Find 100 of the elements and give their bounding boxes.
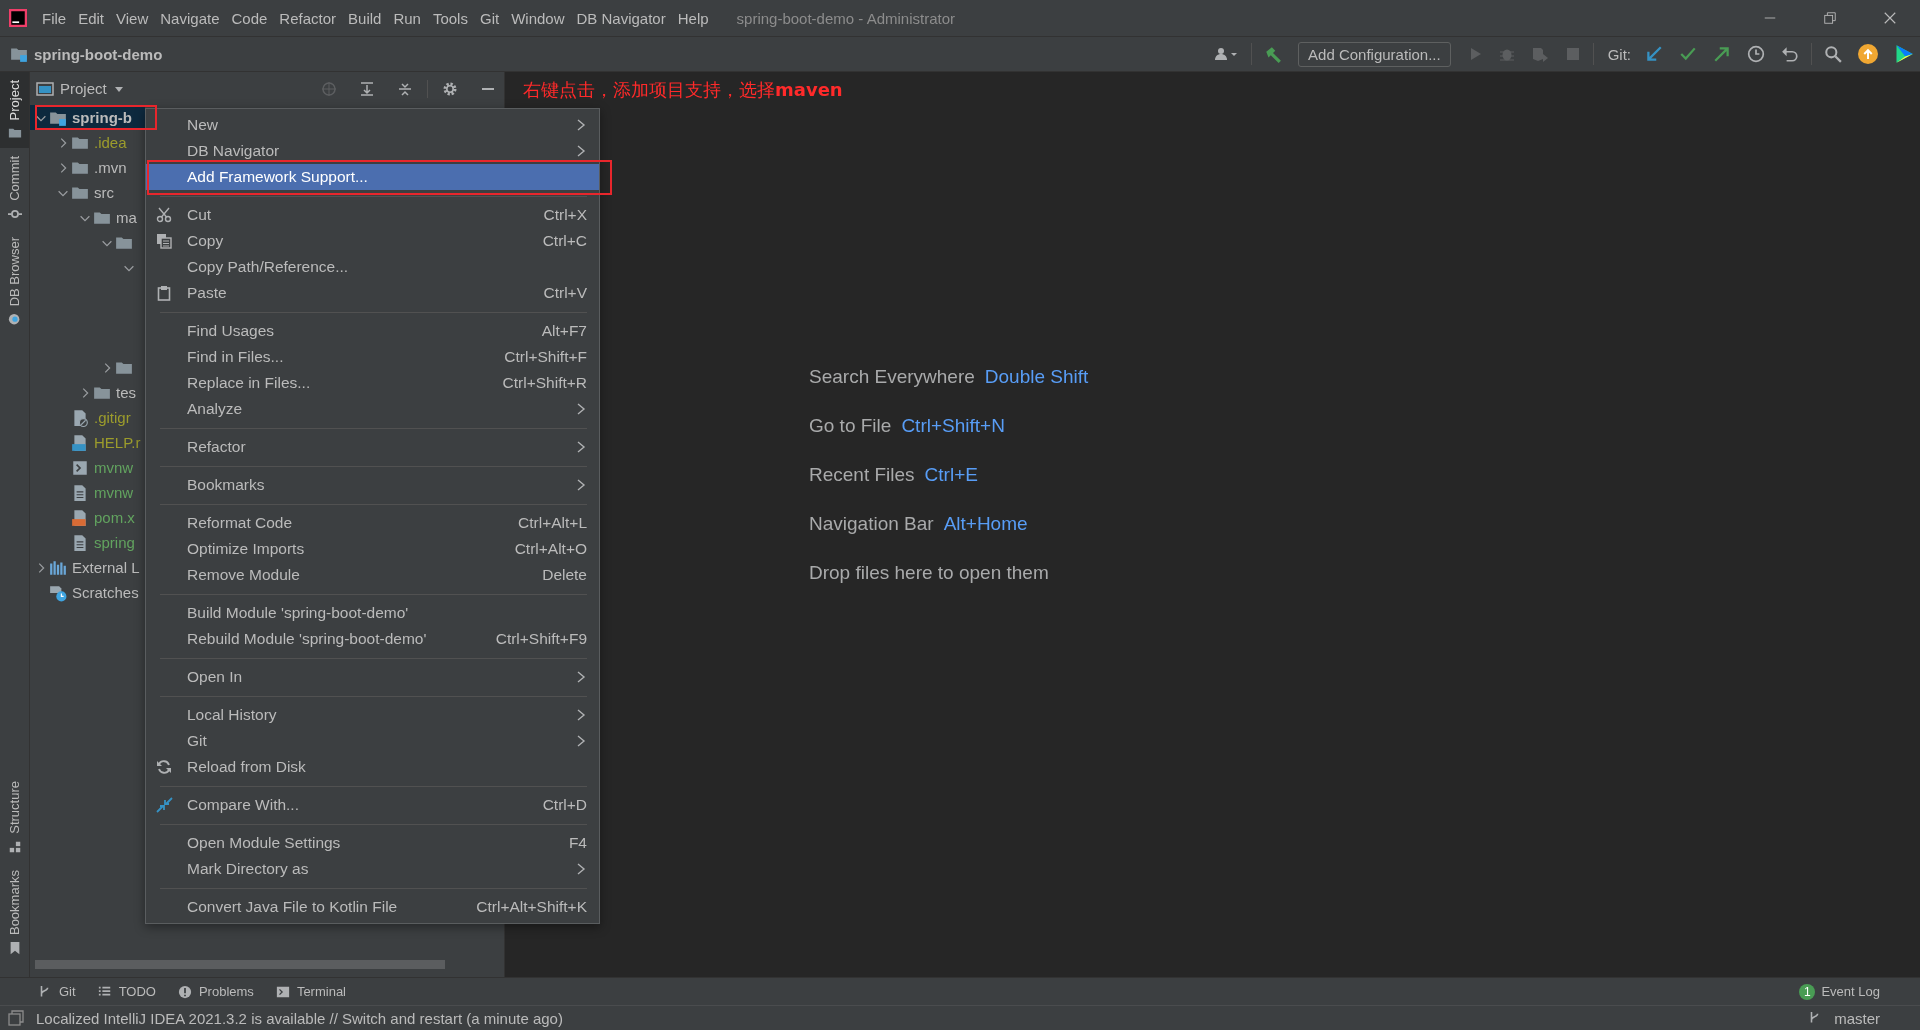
menu-item[interactable]: Run xyxy=(387,9,427,27)
menu-item[interactable]: Bookmarks xyxy=(146,472,599,498)
tree-item[interactable]: .mvn xyxy=(30,155,145,180)
app-logo-icon xyxy=(9,9,27,27)
scissors-icon xyxy=(156,207,172,223)
expand-all-icon[interactable] xyxy=(359,80,375,97)
collapse-all-icon[interactable] xyxy=(397,80,413,97)
menu-item[interactable]: Copy Path/Reference... xyxy=(146,254,599,280)
tree-item[interactable]: HELP.r xyxy=(30,430,145,455)
close-icon[interactable] xyxy=(1883,11,1897,25)
project-name[interactable]: spring-boot-demo xyxy=(34,45,163,63)
menu-item[interactable]: Edit xyxy=(72,9,111,27)
restore-icon[interactable] xyxy=(1823,11,1837,25)
tool-window-tab[interactable]: Bookmarks xyxy=(0,861,29,963)
tool-tab[interactable]: Terminal xyxy=(296,984,346,999)
menu-item[interactable]: Copy Ctrl+C xyxy=(146,228,599,254)
menu-item[interactable]: Analyze xyxy=(146,396,599,422)
panel-title[interactable]: Project xyxy=(60,80,107,97)
scrollbar[interactable] xyxy=(35,960,445,969)
menu-item[interactable]: Open Module Settings F4 xyxy=(146,830,599,856)
update-arrow-icon[interactable] xyxy=(1645,45,1663,63)
menu-item[interactable]: Add Framework Support... xyxy=(146,164,599,190)
tree-item[interactable]: .gitigr xyxy=(30,405,145,430)
tree-item[interactable]: External L xyxy=(30,555,145,580)
menu-item[interactable]: Convert Java File to Kotlin File Ctrl+Alt+Shift+K xyxy=(146,894,599,920)
tree-item[interactable]: ma xyxy=(30,205,145,230)
tool-window-tab[interactable]: Structure xyxy=(0,773,29,862)
event-log-tab[interactable]: Event Log xyxy=(1821,984,1880,999)
tree-item[interactable]: src xyxy=(30,180,145,205)
menu-item[interactable]: Build xyxy=(342,9,388,27)
structure-icon xyxy=(7,839,22,854)
tree-item[interactable]: .idea xyxy=(30,130,145,155)
menu-item[interactable]: Mark Directory as xyxy=(146,856,599,882)
rollback-icon[interactable] xyxy=(1781,45,1799,63)
hammer-icon[interactable] xyxy=(1264,45,1283,63)
search-icon[interactable] xyxy=(1824,45,1842,63)
tree-item[interactable]: tes xyxy=(30,380,145,405)
menu-item[interactable]: Reformat Code Ctrl+Alt+L xyxy=(146,510,599,536)
tool-tab[interactable]: Git xyxy=(59,984,76,999)
plugin-logo-icon[interactable] xyxy=(1894,44,1914,64)
tool-window-tab[interactable]: Commit xyxy=(0,148,29,230)
menu-item[interactable]: Open In xyxy=(146,664,599,690)
menu-item[interactable]: Window xyxy=(505,9,571,27)
menu-item[interactable]: Local History xyxy=(146,702,599,728)
menu-item[interactable]: Find in Files... Ctrl+Shift+F xyxy=(146,344,599,370)
shortcut-text: Ctrl+Alt+L xyxy=(518,514,587,532)
tree-item[interactable]: mvnw xyxy=(30,455,145,480)
tree-item[interactable]: pom.x xyxy=(30,505,145,530)
tree-item[interactable]: spring xyxy=(30,530,145,555)
menu-item[interactable]: Navigate xyxy=(154,9,226,27)
status-toggle-icon[interactable] xyxy=(8,1010,24,1026)
shortcut-text: Ctrl+D xyxy=(542,796,587,814)
menu-item[interactable]: Cut Ctrl+X xyxy=(146,202,599,228)
run-configuration-button[interactable]: Add Configuration... xyxy=(1298,41,1451,67)
text-file-icon xyxy=(71,533,89,552)
shortcut-text: Ctrl+C xyxy=(542,232,587,250)
users-dropdown-icon[interactable] xyxy=(1213,46,1240,62)
menu-item[interactable]: Build Module 'spring-boot-demo' xyxy=(146,600,599,626)
menu-item[interactable]: Refactor xyxy=(273,9,343,27)
push-arrow-icon[interactable] xyxy=(1713,45,1731,63)
tool-tab[interactable]: Problems xyxy=(198,984,254,999)
menu-item[interactable]: Git xyxy=(473,9,506,27)
tree-item[interactable]: mvnw xyxy=(30,480,145,505)
menu-item[interactable]: Find Usages Alt+F7 xyxy=(146,318,599,344)
update-available-icon[interactable] xyxy=(1858,44,1878,64)
menu-item[interactable]: Git xyxy=(146,728,599,754)
shortcut-text: Ctrl+Shift+F xyxy=(504,348,587,366)
menu-item[interactable]: New xyxy=(146,112,599,138)
scratch-file-icon xyxy=(49,583,67,602)
menu-item[interactable]: Rebuild Module 'spring-boot-demo' Ctrl+Shift+F9 xyxy=(146,626,599,652)
shortcut-text: Alt+Home xyxy=(943,513,1028,536)
tree-item[interactable]: Scratches xyxy=(30,580,145,605)
menu-item[interactable]: Help xyxy=(671,9,715,27)
menu-item[interactable]: Replace in Files... Ctrl+Shift+R xyxy=(146,370,599,396)
tool-tab[interactable]: TODO xyxy=(118,984,156,999)
history-clock-icon[interactable] xyxy=(1747,45,1765,63)
menu-item[interactable]: Tools xyxy=(426,9,474,27)
tool-window-tab[interactable]: DB Browser xyxy=(0,229,29,335)
menu-item[interactable]: DB Navigator xyxy=(146,138,599,164)
menu-item[interactable]: File xyxy=(36,9,73,27)
shortcut-text: Double Shift xyxy=(984,366,1089,389)
settings-icon[interactable] xyxy=(442,80,458,97)
menu-item[interactable]: Paste Ctrl+V xyxy=(146,280,599,306)
menu-item[interactable]: View xyxy=(110,9,155,27)
commit-check-icon[interactable] xyxy=(1679,45,1697,63)
warning-circle-icon xyxy=(177,984,192,999)
status-message[interactable]: Localized IntelliJ IDEA 2021.3.2 is available // Switch and restart (a minute ago) xyxy=(36,1009,563,1027)
tool-window-tab[interactable]: Project xyxy=(0,72,29,149)
git-branch[interactable]: master xyxy=(1834,1009,1880,1027)
menu-item[interactable]: Remove Module Delete xyxy=(146,562,599,588)
menu-item[interactable]: Refactor xyxy=(146,434,599,460)
hint-text: Search Everywhere xyxy=(809,366,975,389)
menu-item[interactable]: Code xyxy=(225,9,274,27)
menu-item[interactable]: Optimize Imports Ctrl+Alt+O xyxy=(146,536,599,562)
menu-item[interactable]: DB Navigator xyxy=(570,9,672,27)
menu-item[interactable]: Reload from Disk xyxy=(146,754,599,780)
refresh-icon xyxy=(156,759,172,775)
markdown-file-icon xyxy=(71,433,89,452)
menu-item[interactable]: Compare With... Ctrl+D xyxy=(146,792,599,818)
hint-text: Drop files here to open them xyxy=(809,562,1049,585)
